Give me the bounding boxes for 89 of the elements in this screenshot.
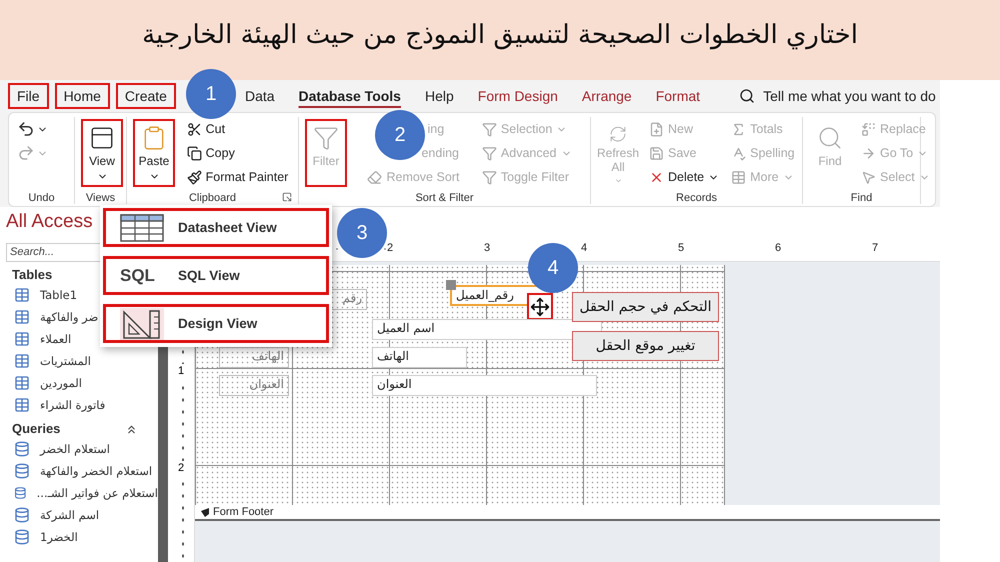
dialog-launcher-icon[interactable] bbox=[282, 192, 292, 202]
tell-me-search[interactable]: Tell me what you want to do bbox=[739, 88, 936, 104]
launcher-arrow-icon bbox=[282, 192, 292, 202]
table-icon bbox=[731, 170, 746, 184]
group-label: Find bbox=[850, 192, 874, 204]
field-label[interactable]: العنوان bbox=[219, 375, 289, 396]
table-icon bbox=[14, 331, 30, 347]
text-box[interactable]: الهاتف bbox=[372, 347, 467, 368]
ribbon-tab[interactable]: File bbox=[8, 83, 49, 109]
ribbon-tab[interactable]: Form Design bbox=[468, 83, 567, 109]
move-arrows-icon bbox=[530, 296, 550, 316]
nav-item[interactable]: استعلام عن فواتير الشـ... bbox=[6, 482, 158, 504]
ribbon-tab[interactable]: Format bbox=[646, 83, 710, 109]
eraser-icon bbox=[367, 170, 382, 184]
funnel-icon bbox=[313, 125, 339, 151]
scissors-icon bbox=[186, 122, 202, 136]
move-handle[interactable] bbox=[446, 280, 456, 290]
text-box[interactable]: العنوان bbox=[372, 375, 597, 396]
redo-icon bbox=[17, 144, 35, 162]
nav-pane-title: All Access bbox=[6, 211, 93, 234]
menu-item[interactable]: Design View bbox=[103, 304, 329, 343]
ribbon-button[interactable]: Paste bbox=[133, 119, 175, 187]
ribbon-tab[interactable]: Create bbox=[116, 83, 176, 109]
table-icon bbox=[14, 397, 30, 413]
group-label: Views bbox=[84, 192, 116, 204]
pointer-icon bbox=[861, 170, 876, 184]
copy-icon bbox=[186, 146, 202, 160]
question-title: اختاري الخطوات الصحيحة لتنسيق النموذج من حيث الهيئة الخارجية bbox=[142, 20, 858, 50]
replace-icon bbox=[861, 122, 876, 136]
funnel-icon bbox=[482, 122, 497, 136]
section-header[interactable]: Tables bbox=[12, 267, 52, 282]
collapse-icon[interactable] bbox=[125, 423, 138, 436]
query-icon bbox=[14, 441, 30, 457]
callout-label: تغيير موقع الحقل bbox=[572, 331, 719, 361]
table-icon bbox=[14, 353, 30, 369]
ribbon-tab[interactable]: Arrange bbox=[572, 83, 641, 109]
section-marker-icon bbox=[201, 508, 209, 516]
arrow-right-icon bbox=[861, 146, 876, 160]
sql-icon: SQL bbox=[120, 266, 164, 286]
nav-item[interactable]: اسم الشركة bbox=[6, 504, 158, 526]
group-label: Undo bbox=[27, 192, 56, 204]
nav-item[interactable]: المشتريات bbox=[6, 350, 158, 372]
search-icon bbox=[739, 88, 756, 104]
spell-check-icon bbox=[731, 146, 746, 160]
table-icon bbox=[14, 309, 30, 325]
table-icon bbox=[14, 375, 30, 391]
section-header[interactable]: Queries bbox=[12, 421, 60, 436]
save-icon bbox=[649, 146, 664, 160]
menu-label: Datasheet View bbox=[178, 220, 277, 235]
new-record-icon bbox=[649, 122, 664, 136]
callout-label: التحكم في حجم الحقل bbox=[572, 292, 719, 322]
move-cursor-icon[interactable] bbox=[527, 293, 553, 320]
ribbon-button[interactable]: Copy bbox=[184, 144, 237, 162]
table-icon bbox=[14, 287, 30, 303]
funnel-icon bbox=[482, 170, 497, 184]
search-icon bbox=[817, 125, 843, 151]
ribbon-tab[interactable]: Help bbox=[416, 83, 463, 109]
group-label: Sort & Filter bbox=[414, 192, 475, 204]
ribbon-tab[interactable]: Database Tools bbox=[290, 83, 410, 109]
nav-item[interactable]: فاتورة الشراء bbox=[6, 394, 158, 416]
undo-icon bbox=[17, 120, 35, 138]
form-footer-bar[interactable]: Form Footer bbox=[195, 505, 940, 521]
query-icon bbox=[14, 485, 27, 501]
menu-item[interactable]: SQL SQL View bbox=[103, 256, 329, 295]
group-label: Records bbox=[675, 192, 718, 204]
menu-item[interactable]: Datasheet View bbox=[103, 208, 329, 247]
query-icon bbox=[14, 507, 30, 523]
paintbrush-icon bbox=[186, 170, 202, 184]
query-icon bbox=[14, 463, 30, 479]
ribbon-button[interactable]: Cut bbox=[184, 120, 228, 138]
text-box[interactable]: اسم العميل bbox=[372, 319, 602, 340]
section-title: Form Footer bbox=[213, 506, 274, 518]
double-chevron-icon bbox=[125, 423, 138, 436]
ribbon-tab[interactable]: Data bbox=[236, 83, 284, 109]
nav-item[interactable]: الموردين bbox=[6, 372, 158, 394]
triangle-ruler-icon bbox=[120, 308, 164, 340]
ribbon-button[interactable]: View bbox=[81, 119, 123, 187]
query-icon bbox=[14, 529, 30, 545]
ribbon-button[interactable]: Delete bbox=[647, 168, 722, 186]
ribbon-button[interactable]: Format Painter bbox=[184, 168, 290, 186]
nav-item[interactable]: الخضر1 bbox=[6, 526, 158, 548]
field-label[interactable]: الهاتف bbox=[219, 347, 289, 368]
datasheet-icon bbox=[120, 214, 164, 242]
ribbon-tab[interactable]: Home bbox=[54, 83, 110, 109]
nav-item[interactable]: استعلام الخضر والفاكهة bbox=[6, 460, 158, 482]
form-view-icon bbox=[89, 125, 115, 151]
group-label: Clipboard bbox=[188, 192, 238, 204]
funnel-icon bbox=[482, 146, 497, 160]
nav-item[interactable]: استعلام الخضر bbox=[6, 438, 158, 460]
